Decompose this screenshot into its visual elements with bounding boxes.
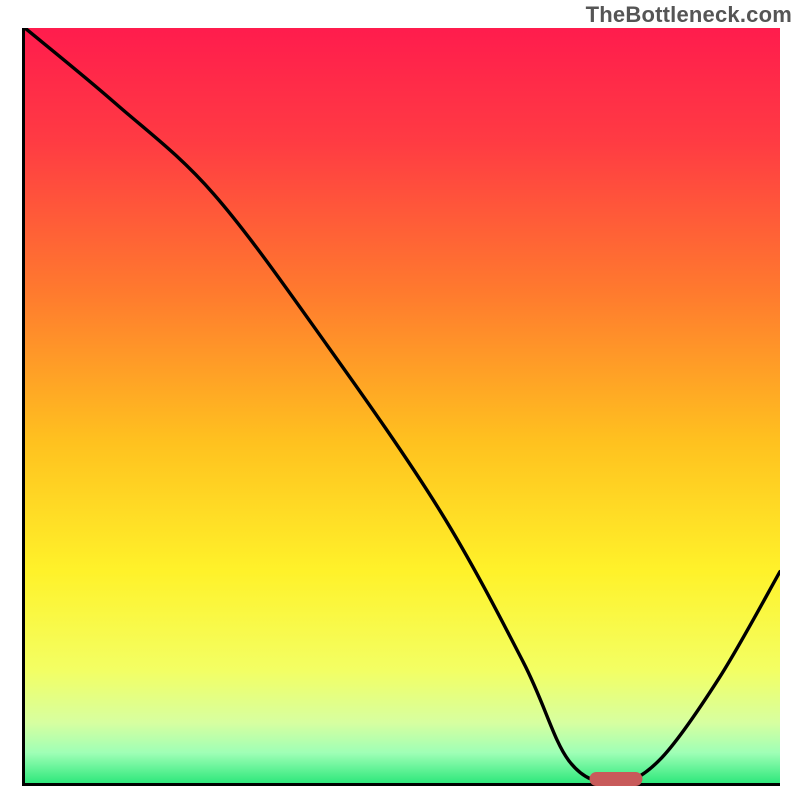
bottleneck-curve [25,28,780,783]
plot-area [22,28,780,786]
watermark-text: TheBottleneck.com [586,2,792,28]
bottleneck-figure: TheBottleneck.com [0,0,800,800]
optimal-zone-marker [590,772,643,786]
